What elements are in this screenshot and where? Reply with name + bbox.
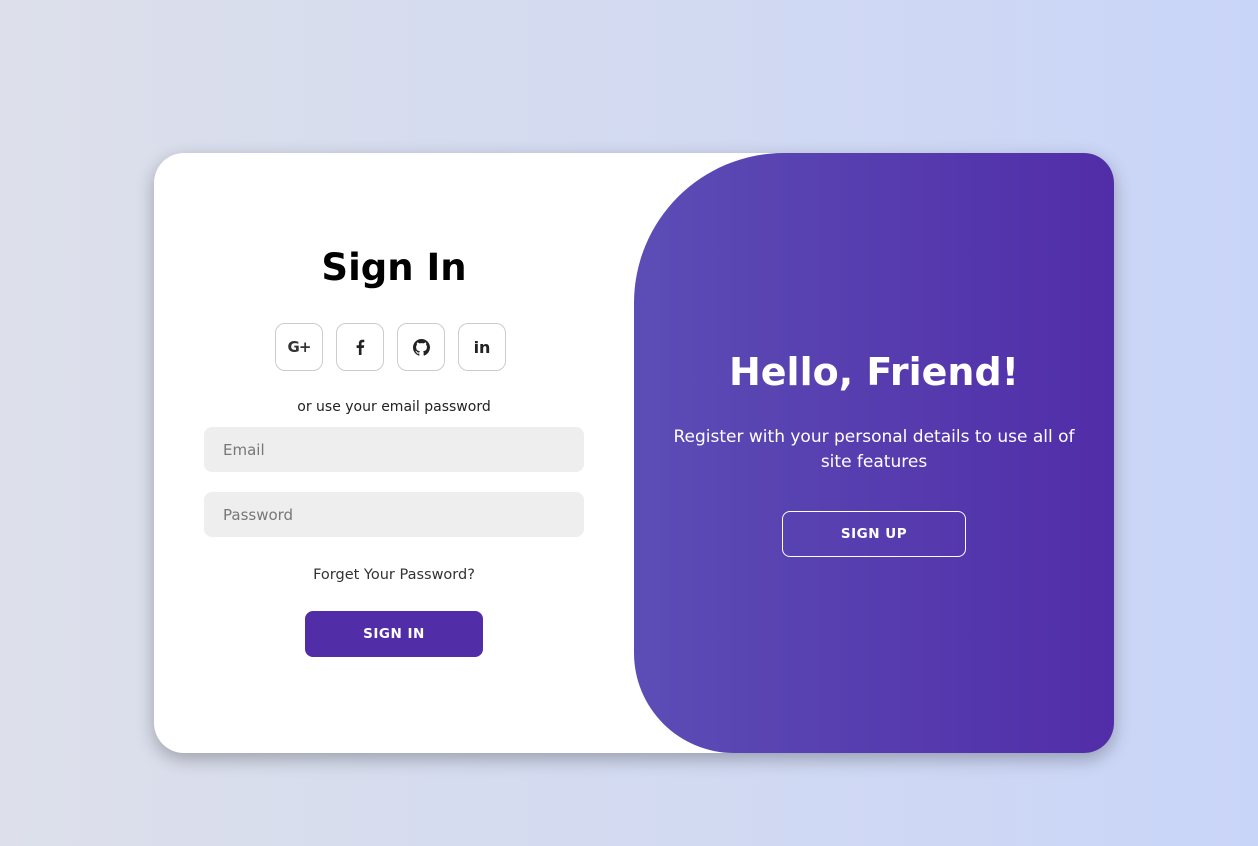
sign-up-button[interactable]: SIGN UP xyxy=(782,511,966,557)
github-button[interactable] xyxy=(397,323,445,371)
auth-card: Sign In G+ in or use your email password… xyxy=(154,153,1114,753)
github-icon xyxy=(412,338,430,356)
sign-in-panel: Sign In G+ in or use your email password… xyxy=(154,153,634,753)
facebook-button[interactable] xyxy=(336,323,384,371)
sign-up-overlay: Hello, Friend! Register with your person… xyxy=(634,153,1114,753)
email-input[interactable] xyxy=(204,427,584,472)
password-input[interactable] xyxy=(204,492,584,537)
sign-in-title: Sign In xyxy=(321,246,467,289)
or-use-email-text: or use your email password xyxy=(297,399,491,415)
linkedin-icon: in xyxy=(473,337,491,357)
google-plus-icon: G+ xyxy=(287,338,312,356)
sign-in-button[interactable]: SIGN IN xyxy=(305,611,483,657)
google-plus-button[interactable]: G+ xyxy=(275,323,323,371)
forgot-password-link[interactable]: Forget Your Password? xyxy=(154,567,634,583)
facebook-icon xyxy=(355,339,365,355)
social-buttons: G+ in xyxy=(275,323,506,371)
overlay-text: Register with your personal details to u… xyxy=(673,427,1075,472)
overlay-title: Hello, Friend! xyxy=(728,350,1020,394)
linkedin-button[interactable]: in xyxy=(458,323,506,371)
